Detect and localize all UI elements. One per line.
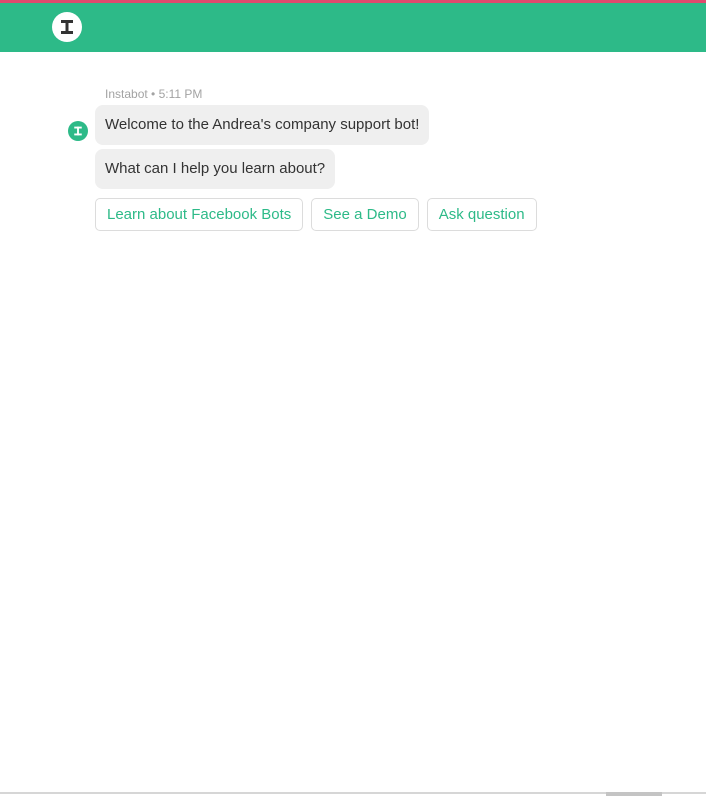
- horizontal-scrollbar[interactable]: [606, 792, 662, 796]
- bot-message-welcome: Welcome to the Andrea's company support …: [95, 105, 430, 145]
- quick-replies: Learn about Facebook Bots See a Demo Ask…: [95, 198, 537, 231]
- quick-reply-facebook-bots-button[interactable]: Learn about Facebook Bots: [95, 198, 304, 231]
- chat-header: [0, 3, 706, 52]
- bot-avatar-icon: [68, 121, 88, 141]
- message-meta: Instabot • 5:11 PM: [105, 87, 203, 101]
- bot-message-question: What can I help you learn about?: [95, 149, 336, 189]
- quick-reply-see-demo-button[interactable]: See a Demo: [311, 198, 419, 231]
- quick-reply-ask-question-button[interactable]: Ask question: [426, 198, 537, 231]
- bottom-divider: [0, 792, 706, 794]
- instabot-logo-icon: [52, 12, 82, 42]
